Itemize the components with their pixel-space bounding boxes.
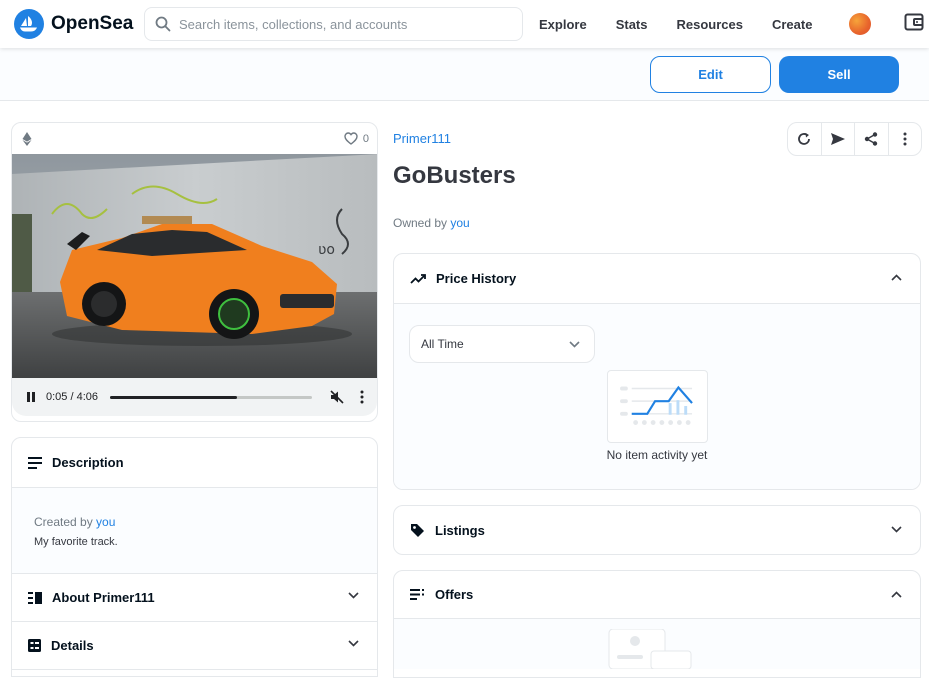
time-range-value: All Time — [421, 337, 464, 351]
trending-icon — [410, 273, 426, 284]
listings-panel: Listings — [393, 505, 921, 555]
description-body: Created by you My favorite track. — [12, 488, 377, 574]
refresh-icon — [798, 133, 811, 145]
listings-title: Listings — [435, 522, 485, 538]
price-history-panel: Price History All Time No item activity … — [393, 253, 921, 490]
nav-link-resources[interactable]: Resources — [676, 17, 742, 32]
media-card: 0 ʋo 0:05 / 4:06 — [11, 122, 378, 422]
owner-link[interactable]: you — [450, 216, 469, 230]
send-icon — [830, 133, 845, 145]
nav-link-create[interactable]: Create — [772, 17, 812, 32]
description-title: Description — [52, 455, 124, 470]
search-bar[interactable] — [144, 7, 523, 41]
ethereum-icon — [22, 131, 32, 146]
svg-text:ʋo: ʋo — [318, 242, 335, 258]
nft-media-image: ʋo — [12, 154, 377, 378]
details-row[interactable]: Details — [12, 622, 377, 670]
owned-by-line: Owned by you — [393, 216, 470, 230]
chevron-down-icon — [348, 640, 359, 647]
about-collection-title: About Primer111 — [52, 590, 155, 605]
offers-title: Offers — [435, 587, 474, 602]
details-title: Details — [51, 638, 94, 653]
player-more-icon[interactable] — [360, 390, 364, 404]
chevron-up-icon — [891, 591, 902, 598]
mute-icon[interactable] — [330, 390, 344, 404]
owned-by-prefix: Owned by — [393, 216, 448, 230]
offers-body — [394, 619, 920, 669]
created-by-prefix: Created by — [34, 515, 93, 529]
nav-link-stats[interactable]: Stats — [616, 17, 648, 32]
empty-offers-illustration — [608, 629, 692, 669]
price-history-body: All Time No item activity yet — [394, 304, 920, 489]
tag-icon — [411, 523, 424, 537]
owner-action-bar: Edit Sell — [0, 48, 929, 101]
nav-links: Explore Stats Resources Create — [539, 17, 841, 32]
profile-avatar[interactable] — [849, 13, 872, 35]
offers-list-icon — [410, 589, 424, 600]
heart-icon — [344, 132, 358, 145]
sell-button[interactable]: Sell — [779, 56, 899, 93]
description-header[interactable]: Description — [12, 438, 377, 488]
description-icon — [28, 456, 42, 469]
price-history-header[interactable]: Price History — [394, 254, 920, 304]
time-range-select[interactable]: All Time — [409, 325, 595, 363]
playback-progress-fill — [110, 395, 238, 399]
collection-info-icon — [28, 591, 42, 604]
description-panel: Description Created by you My favorite t… — [11, 437, 378, 677]
item-title: GoBusters — [393, 162, 516, 189]
chevron-down-icon — [348, 592, 359, 599]
playback-time: 0:05 / 4:06 — [46, 391, 98, 403]
offers-header[interactable]: Offers — [394, 571, 920, 619]
playback-progress-bar[interactable] — [110, 395, 312, 399]
media-card-header: 0 — [12, 123, 377, 154]
chevron-up-icon — [891, 274, 902, 281]
more-options-button[interactable] — [889, 123, 922, 155]
favorite-count: 0 — [362, 132, 369, 145]
refresh-button[interactable] — [788, 123, 822, 155]
audio-player: 0:05 / 4:06 — [12, 378, 377, 416]
collection-link[interactable]: Primer111 — [393, 131, 451, 146]
details-icon — [28, 639, 41, 652]
empty-chart-illustration — [607, 370, 708, 443]
created-by-line: Created by you — [34, 515, 377, 529]
price-history-title: Price History — [436, 271, 517, 286]
edit-button[interactable]: Edit — [650, 56, 771, 93]
listings-header[interactable]: Listings — [394, 506, 920, 554]
nav-link-explore[interactable]: Explore — [539, 17, 587, 32]
no-activity-text: No item activity yet — [606, 448, 708, 462]
search-input[interactable] — [179, 16, 499, 32]
share-icon — [865, 132, 878, 146]
offers-panel: Offers — [393, 570, 921, 678]
search-icon — [155, 16, 171, 32]
transfer-button[interactable] — [822, 123, 855, 155]
chevron-down-icon — [569, 341, 580, 348]
share-button[interactable] — [855, 123, 889, 155]
logo-text: OpenSea — [51, 13, 134, 34]
top-nav: OpenSea Explore Stats Resources Create — [0, 0, 929, 48]
chevron-down-icon — [891, 526, 902, 533]
opensea-logo[interactable]: OpenSea — [14, 9, 140, 39]
wallet-icon[interactable] — [904, 13, 924, 36]
more-vertical-icon — [903, 132, 907, 146]
favorite-button[interactable]: 0 — [344, 132, 369, 145]
description-text: My favorite track. — [34, 536, 118, 548]
about-collection-row[interactable]: About Primer111 — [12, 574, 377, 622]
creator-link[interactable]: you — [96, 515, 115, 529]
item-toolbar — [787, 122, 922, 156]
opensea-logo-icon — [14, 9, 44, 39]
pause-icon[interactable] — [26, 391, 36, 403]
